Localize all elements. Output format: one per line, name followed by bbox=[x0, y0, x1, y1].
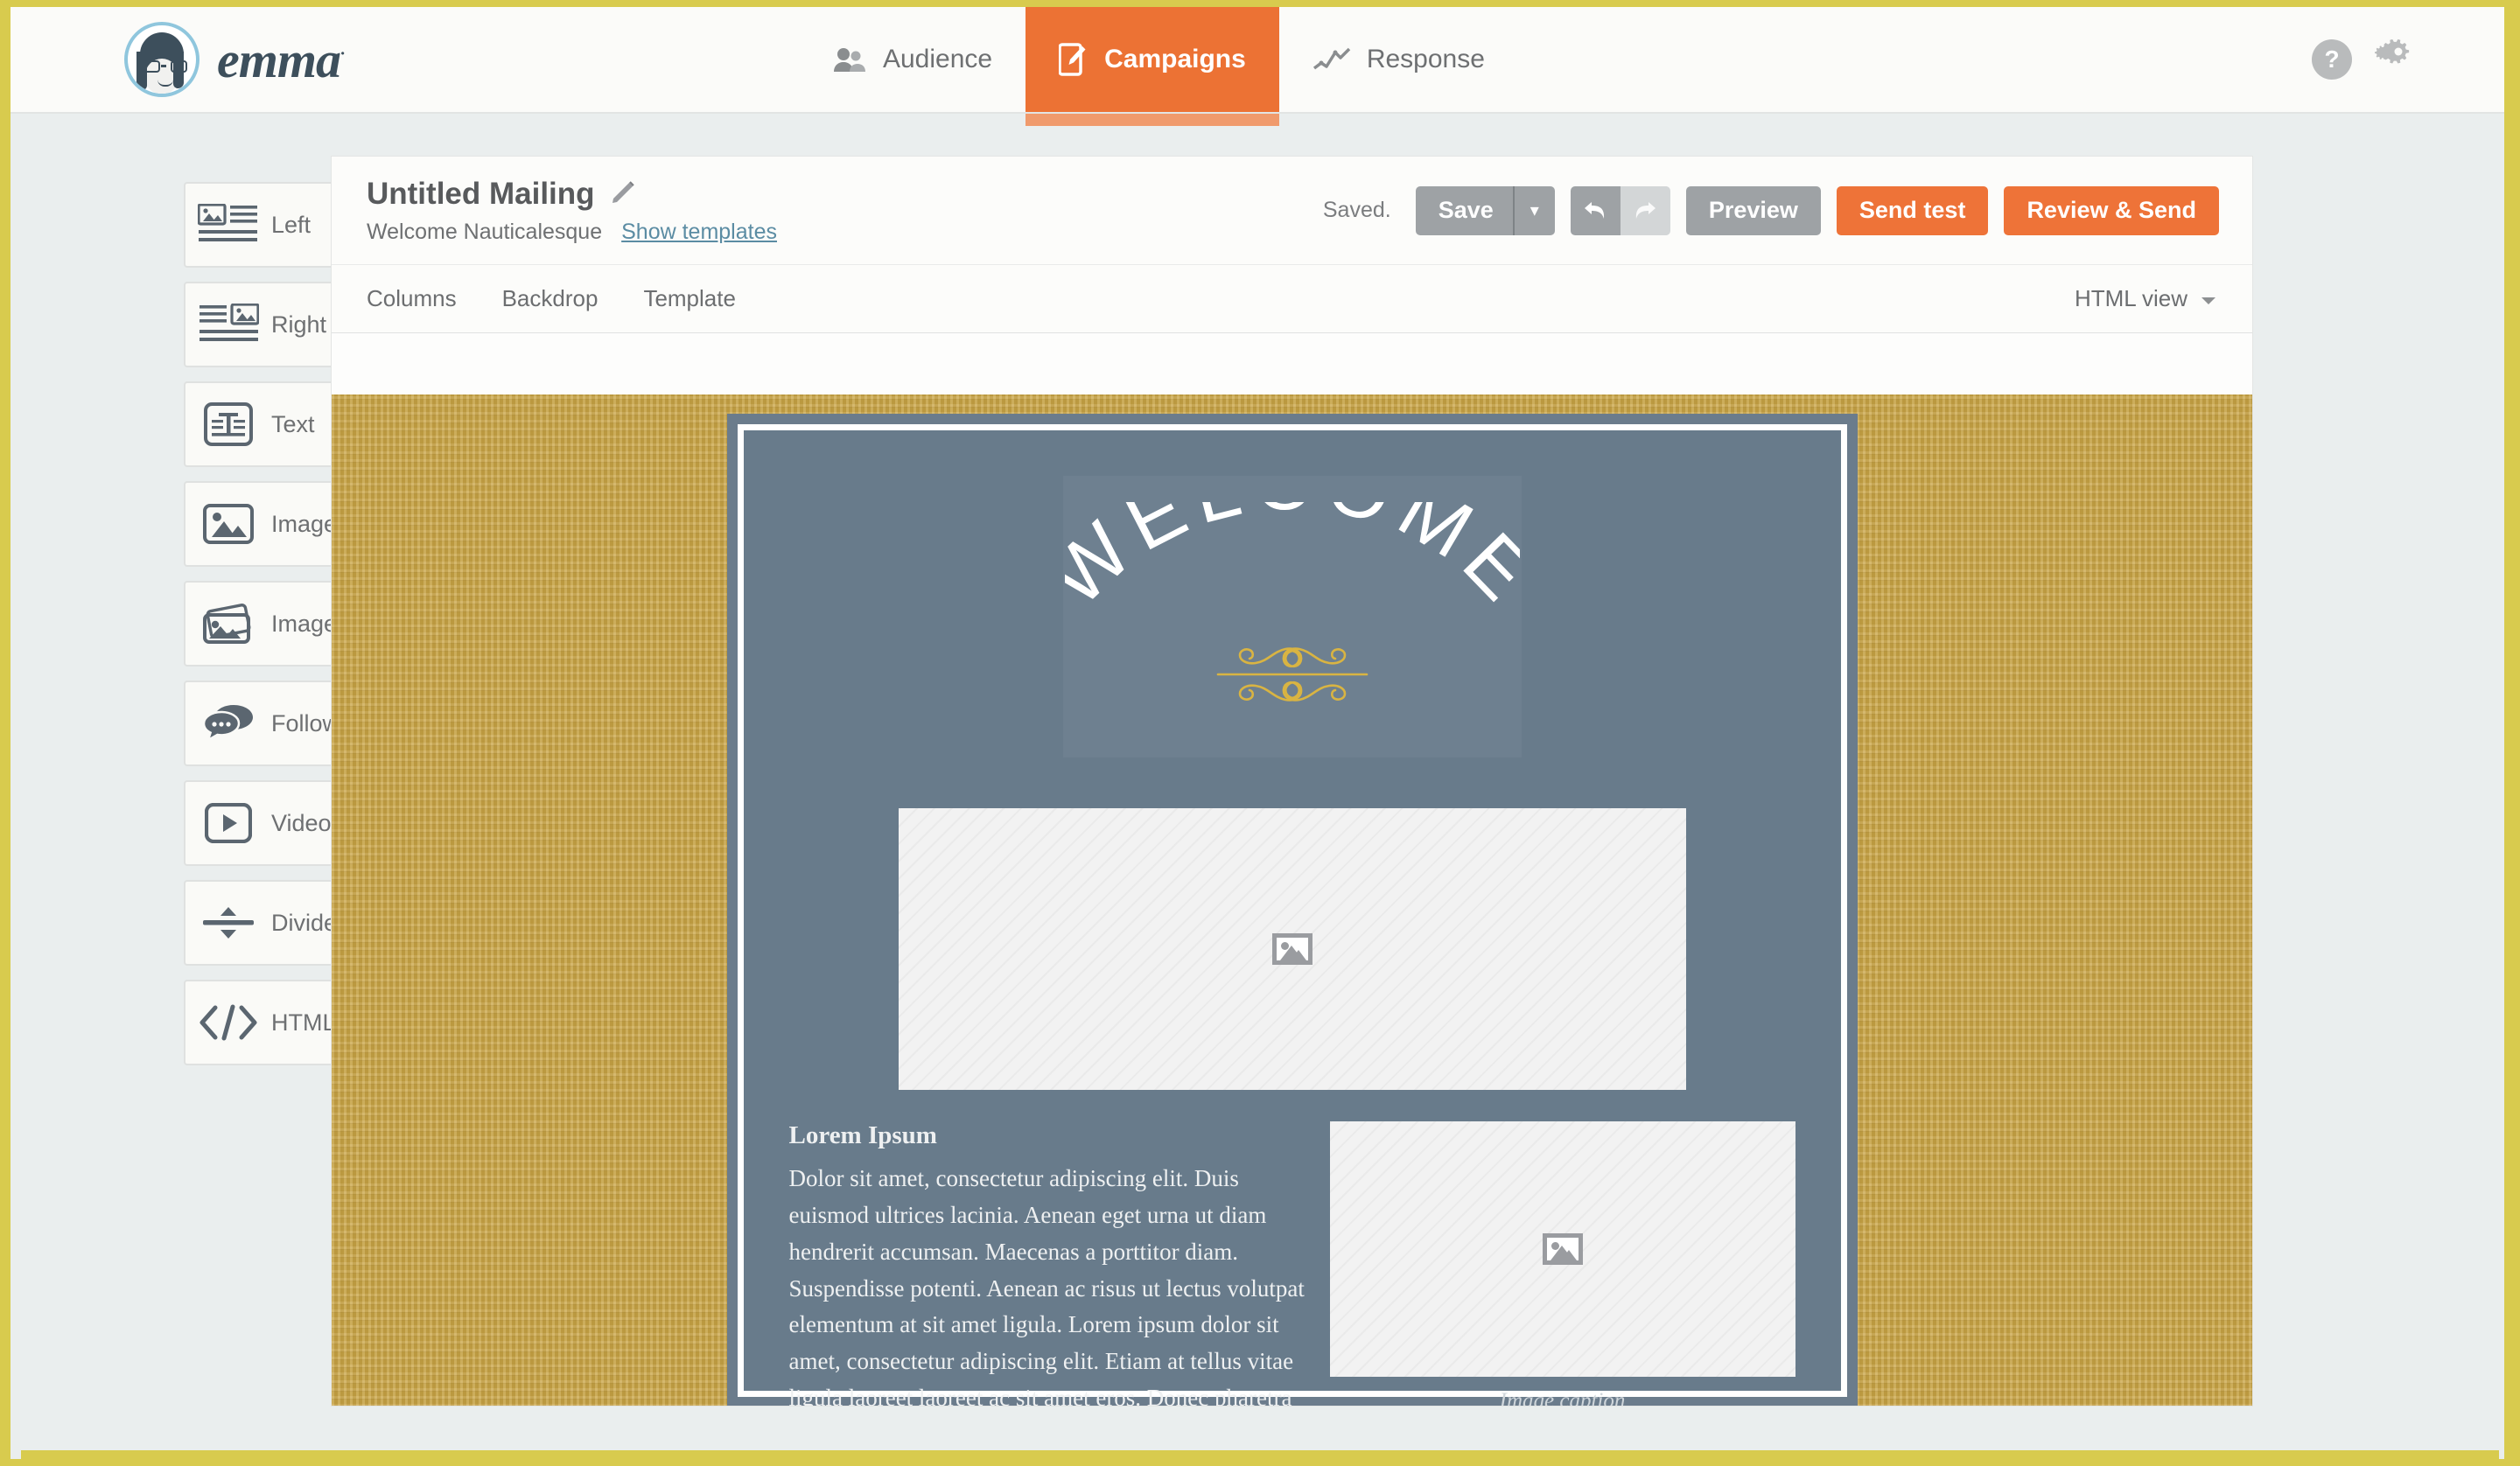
welcome-headline: WELCOME bbox=[1031, 436, 1544, 633]
pencil-icon[interactable] bbox=[611, 178, 637, 209]
sidebar-item-label-left: Left bbox=[271, 211, 312, 238]
email-hero-block[interactable]: WELCOME bbox=[744, 430, 1841, 757]
email-two-column-row: Lorem Ipsum Dolor sit amet, consectetur … bbox=[744, 1090, 1841, 1407]
hero-image-placeholder[interactable] bbox=[898, 808, 1686, 1090]
review-and-send-button[interactable]: Review & Send bbox=[2004, 185, 2219, 235]
mailing-title-block: Untitled Mailing Welcome Nauticalesque S… bbox=[367, 177, 777, 245]
emma-logo[interactable]: emma· bbox=[10, 7, 345, 112]
side-image-block[interactable]: Image caption bbox=[1329, 1121, 1796, 1407]
ornamental-flourish-icon bbox=[1192, 637, 1393, 716]
email-canvas: WELCOME bbox=[332, 394, 2252, 1406]
sidebar-item-label-follow: Follow bbox=[271, 709, 340, 736]
show-templates-link[interactable]: Show templates bbox=[621, 220, 777, 245]
sidebar-item-label-video: Video bbox=[271, 809, 332, 836]
image-caption: Image caption bbox=[1499, 1389, 1626, 1407]
speech-bubbles-icon bbox=[186, 703, 271, 743]
article-body: Dolor sit amet, consectetur adipiscing e… bbox=[788, 1165, 1305, 1407]
top-navigation-bar: emma· Audience Campaigns Response ? bbox=[10, 7, 2504, 126]
divider-arrows-icon bbox=[186, 904, 271, 942]
preview-button[interactable]: Preview bbox=[1685, 185, 1821, 235]
sidebar-item-label-text: Text bbox=[271, 410, 315, 437]
nav-tab-label-audience: Audience bbox=[882, 45, 993, 73]
gears-icon[interactable] bbox=[2375, 38, 2418, 82]
page-bottom-border bbox=[21, 1450, 2499, 1459]
line-chart-icon bbox=[1312, 47, 1351, 72]
editor-tabs: Columns Backdrop Template HTML view bbox=[332, 265, 2252, 333]
redo-arrow-icon[interactable] bbox=[1620, 185, 1670, 235]
html-view-dropdown[interactable]: HTML view bbox=[2075, 285, 2217, 312]
undo-arrow-icon[interactable] bbox=[1570, 185, 1620, 235]
image-placeholder-icon bbox=[1271, 933, 1312, 965]
primary-nav-tabs: Audience Campaigns Response bbox=[799, 7, 1518, 126]
sidebar-item-label-image: Image bbox=[271, 510, 338, 537]
save-dropdown-caret-icon[interactable]: ▾ bbox=[1512, 185, 1555, 235]
article-text-block[interactable]: Lorem Ipsum Dolor sit amet, consectetur … bbox=[788, 1121, 1309, 1407]
people-icon bbox=[832, 46, 867, 73]
editor-actions: Saved. Save ▾ Preview Send test Review &… bbox=[1322, 185, 2219, 235]
tab-backdrop[interactable]: Backdrop bbox=[502, 285, 598, 312]
images-stack-icon bbox=[186, 602, 271, 646]
emma-avatar-icon bbox=[124, 22, 200, 97]
content-blocks-sidebar: Left Right Text Image Images Follow Vide… bbox=[10, 114, 408, 1459]
tab-columns[interactable]: Columns bbox=[367, 285, 457, 312]
preheader-strip[interactable] bbox=[332, 333, 2252, 394]
template-name: Welcome Nauticalesque bbox=[367, 219, 603, 244]
editor-panel: Untitled Mailing Welcome Nauticalesque S… bbox=[331, 156, 2253, 1407]
save-status: Saved. bbox=[1322, 198, 1391, 222]
compose-pencil-icon bbox=[1059, 43, 1088, 76]
video-play-icon bbox=[186, 803, 271, 843]
chevron-down-icon bbox=[2200, 285, 2217, 312]
code-brackets-icon bbox=[186, 1004, 271, 1041]
image-placeholder-icon bbox=[1542, 1233, 1583, 1265]
image-icon bbox=[186, 504, 271, 544]
nav-tab-label-campaigns: Campaigns bbox=[1104, 45, 1246, 73]
sidebar-item-label-right: Right bbox=[271, 311, 327, 338]
html-view-label: HTML view bbox=[2074, 285, 2188, 311]
save-button[interactable]: Save bbox=[1415, 185, 1513, 235]
save-split-button: Save ▾ bbox=[1415, 185, 1555, 235]
page-title: Untitled Mailing bbox=[367, 176, 595, 211]
topnav-utility-icons: ? bbox=[2312, 7, 2504, 112]
article-heading: Lorem Ipsum bbox=[788, 1121, 937, 1149]
email-body: WELCOME bbox=[737, 424, 1847, 1406]
hero-inner-panel: WELCOME bbox=[1031, 436, 1544, 757]
nav-tab-label-response: Response bbox=[1366, 45, 1485, 73]
brand-trademark: · bbox=[340, 44, 345, 64]
nav-tab-campaigns[interactable]: Campaigns bbox=[1026, 7, 1279, 126]
side-image-placeholder[interactable] bbox=[1329, 1121, 1796, 1377]
help-icon[interactable]: ? bbox=[2312, 39, 2352, 80]
workspace: Left Right Text Image Images Follow Vide… bbox=[10, 114, 2504, 1459]
layout-image-left-icon bbox=[186, 204, 271, 246]
send-test-button[interactable]: Send test bbox=[1836, 185, 1989, 235]
nav-tab-audience[interactable]: Audience bbox=[799, 7, 1026, 112]
sidebar-item-label-html: HTML bbox=[271, 1009, 336, 1036]
editor-header: Untitled Mailing Welcome Nauticalesque S… bbox=[332, 157, 2252, 265]
svg-text:WELCOME: WELCOME bbox=[1065, 502, 1520, 624]
undo-redo-group bbox=[1570, 185, 1670, 235]
nav-tab-response[interactable]: Response bbox=[1279, 7, 1518, 112]
tab-template[interactable]: Template bbox=[643, 285, 736, 312]
app-window: emma· Audience Campaigns Response ? Left… bbox=[10, 7, 2510, 1459]
layout-image-right-icon bbox=[186, 304, 271, 346]
text-block-icon bbox=[186, 402, 271, 446]
help-label: ? bbox=[2324, 45, 2340, 73]
brand-wordmark: emma· bbox=[217, 31, 345, 89]
brand-name: emma bbox=[217, 31, 341, 88]
email-outer-frame: WELCOME bbox=[726, 414, 1858, 1406]
